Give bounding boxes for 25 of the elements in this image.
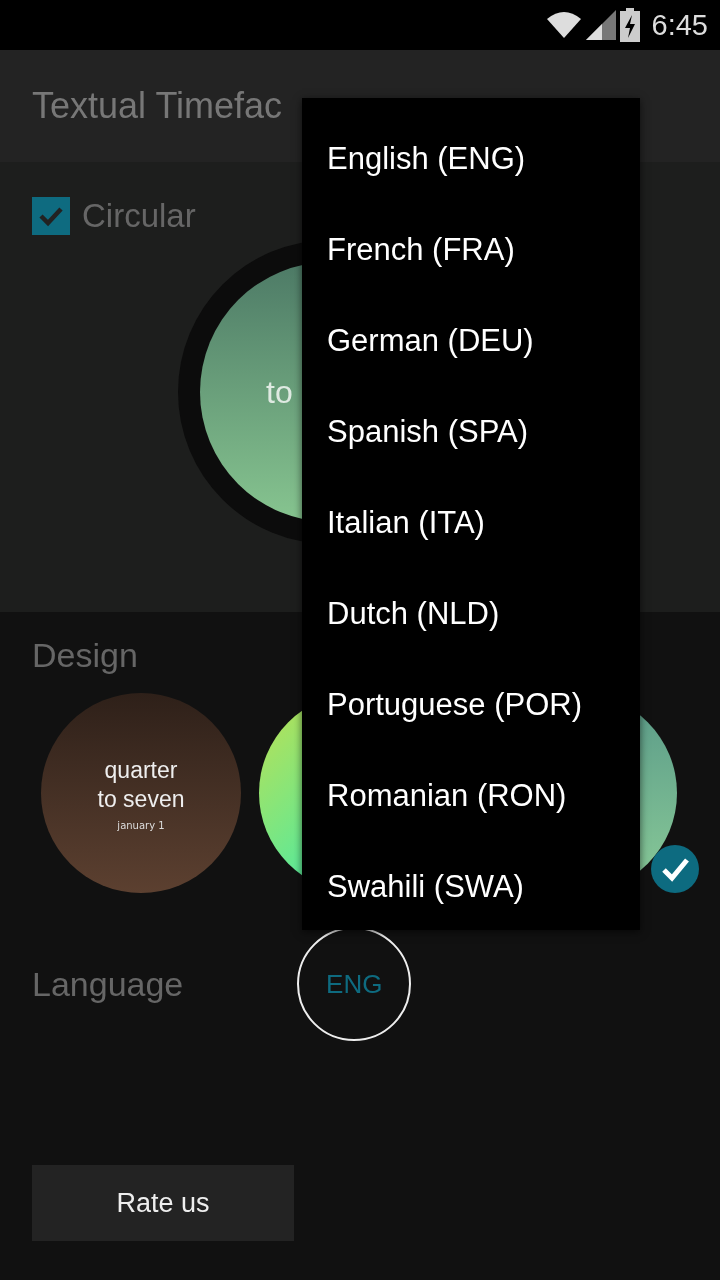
circular-label: Circular (82, 197, 196, 235)
language-option[interactable]: Italian (ITA) (302, 477, 640, 568)
design-time-text: to seven (97, 784, 185, 814)
design-date-text: january 1 (117, 819, 165, 831)
battery-charging-icon (619, 8, 640, 42)
design-label: Design (32, 636, 139, 675)
language-option[interactable]: Portuguese (POR) (302, 659, 640, 750)
language-option[interactable]: English (ENG) (302, 113, 640, 204)
language-option[interactable]: Spanish (SPA) (302, 386, 640, 477)
signal-icon (585, 10, 616, 40)
language-label: Language (32, 964, 184, 1004)
design-option[interactable]: quarter to seven january 1 (41, 693, 241, 893)
checkmark-icon (38, 205, 64, 227)
language-option[interactable]: German (DEU) (302, 295, 640, 386)
language-option[interactable]: Dutch (NLD) (302, 568, 640, 659)
app-title: Textual Timefac (32, 85, 283, 127)
language-option[interactable]: French (FRA) (302, 204, 640, 295)
check-badge-icon (651, 845, 699, 893)
status-time: 6:45 (651, 8, 708, 42)
watch-time-text: to (266, 373, 293, 411)
design-time-text: quarter (104, 755, 178, 785)
wifi-icon (545, 11, 582, 39)
language-option[interactable]: Romanian (RON) (302, 750, 640, 841)
rate-us-button[interactable]: Rate us (32, 1165, 294, 1241)
circular-checkbox[interactable] (32, 197, 70, 235)
